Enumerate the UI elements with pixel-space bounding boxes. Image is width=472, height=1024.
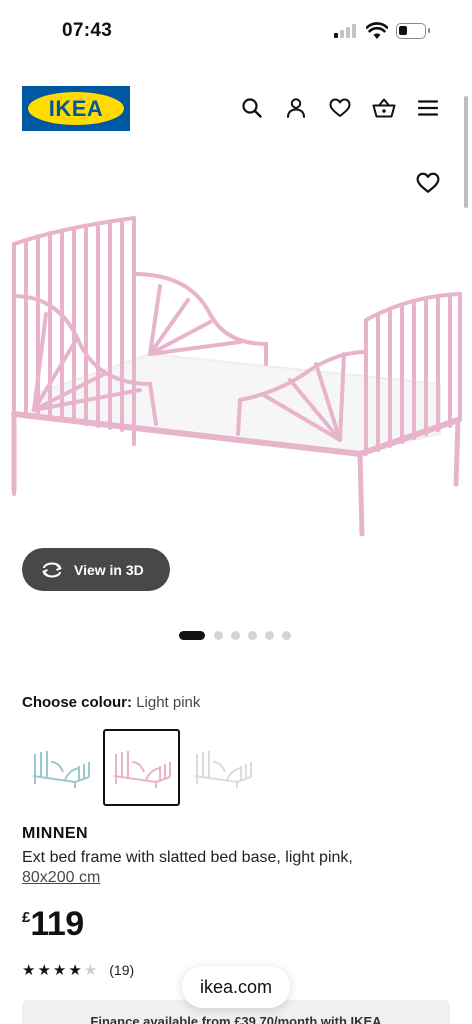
product-rating[interactable]: ★★★★★ (19) [22,961,134,979]
wishlist-icon[interactable] [328,96,352,120]
product-image-bed[interactable] [0,204,472,544]
product-size-link[interactable]: 80x200 cm [22,869,100,887]
selected-colour: Light pink [136,694,201,711]
carousel-dot[interactable] [248,630,257,640]
colour-swatch-light-pink[interactable] [103,729,180,806]
view-in-3d-button[interactable]: View in 3D [22,548,170,591]
carousel-dot[interactable] [214,630,223,640]
review-count: (19) [109,962,135,978]
carousel-dot[interactable] [282,630,291,640]
rating-stars-icon: ★★★★★ [22,962,100,979]
image-carousel-dots[interactable] [179,630,299,640]
logo-text: IKEA [48,95,104,121]
add-to-wishlist-icon[interactable] [416,172,440,196]
product-price: £ 119 [22,905,84,944]
price-amount: 119 [30,905,84,943]
ikea-logo[interactable]: IKEA [22,86,130,131]
menu-icon[interactable] [416,96,440,120]
colour-swatch-turquoise[interactable] [22,729,99,806]
wifi-icon [366,22,388,39]
status-time: 07:43 [62,20,113,41]
battery-icon [396,23,430,39]
cellular-signal-icon [334,24,360,38]
page-scrollbar[interactable] [464,96,468,208]
status-bar: 07:43 [0,0,472,64]
carousel-dot[interactable] [179,630,205,640]
product-description: Ext bed frame with slatted bed base, lig… [22,849,353,866]
carousel-dot[interactable] [231,630,240,640]
colour-chooser-label: Choose colour: Light pink [22,694,200,711]
carousel-dot[interactable] [265,630,274,640]
product-name: MINNEN [22,825,89,842]
rotate-3d-icon [42,562,62,577]
account-icon[interactable] [284,96,308,120]
colour-swatch-white[interactable] [184,729,261,806]
search-icon[interactable] [240,96,264,120]
browser-url-pill[interactable]: ikea.com [182,966,290,1008]
basket-icon[interactable] [372,96,396,120]
colour-label: Choose colour: [22,694,133,711]
price-currency: £ [22,909,31,926]
view-in-3d-label: View in 3D [74,561,144,578]
